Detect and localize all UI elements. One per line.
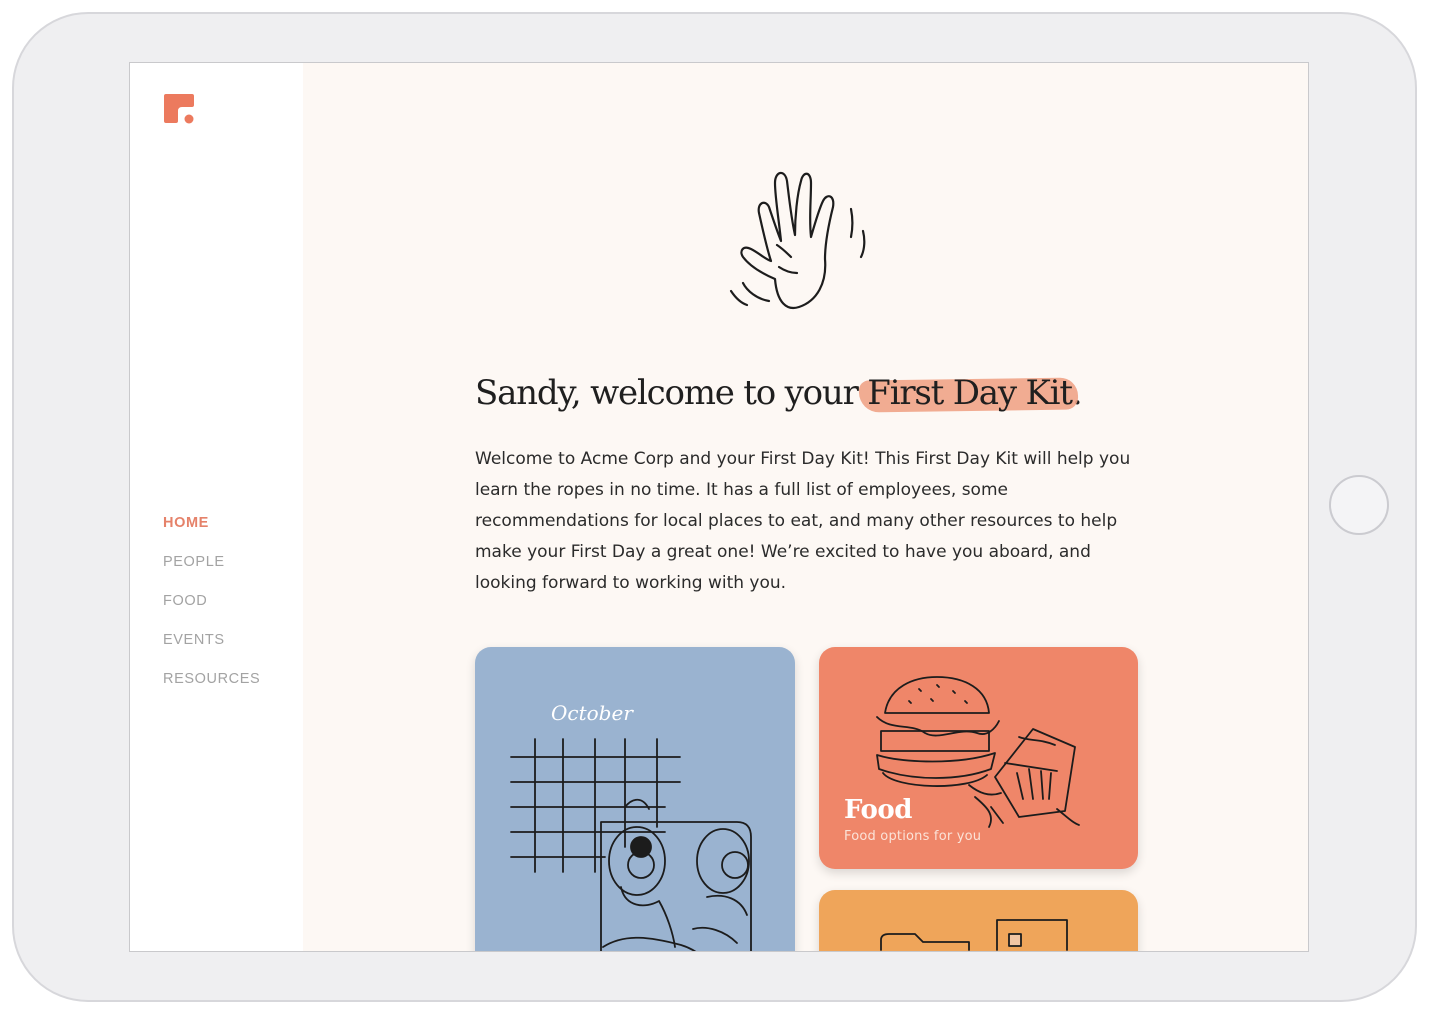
nav-item-home[interactable]: HOME bbox=[163, 515, 260, 554]
main-nav: HOME PEOPLE FOOD EVENTS RESOURCES bbox=[163, 515, 260, 710]
calendar-month-text: October bbox=[551, 701, 634, 725]
sidebar: HOME PEOPLE FOOD EVENTS RESOURCES bbox=[130, 63, 303, 951]
tablet-frame: HOME PEOPLE FOOD EVENTS RESOURCES Sandy,… bbox=[12, 12, 1417, 1002]
folder-document-illustration bbox=[880, 919, 1068, 951]
waving-hand-icon bbox=[713, 161, 903, 325]
food-card[interactable]: Food Food options for you bbox=[819, 647, 1138, 869]
calendar-bed-illustration: October bbox=[510, 701, 752, 951]
nav-item-people[interactable]: PEOPLE bbox=[163, 554, 260, 593]
tablet-home-button[interactable] bbox=[1329, 475, 1389, 535]
food-card-title: Food bbox=[844, 795, 912, 825]
headline-prefix: Sandy, welcome to your bbox=[475, 373, 868, 413]
nav-item-resources[interactable]: RESOURCES bbox=[163, 671, 260, 710]
firstday-logo-icon[interactable] bbox=[162, 92, 196, 130]
headline-highlight: First Day Kit bbox=[859, 373, 1079, 413]
resources-card[interactable] bbox=[819, 890, 1138, 951]
nav-item-events[interactable]: EVENTS bbox=[163, 632, 260, 671]
events-card[interactable]: October bbox=[475, 647, 795, 951]
nav-item-food[interactable]: FOOD bbox=[163, 593, 260, 632]
intro-paragraph: Welcome to Acme Corp and your First Day … bbox=[475, 449, 1131, 593]
food-card-subtitle: Food options for you bbox=[844, 829, 982, 844]
headline-highlight-text: First Day Kit bbox=[867, 373, 1073, 413]
app-screen: HOME PEOPLE FOOD EVENTS RESOURCES Sandy,… bbox=[129, 62, 1309, 952]
main-content: Sandy, welcome to your First Day Kit. We… bbox=[303, 63, 1308, 951]
welcome-headline: Sandy, welcome to your First Day Kit. bbox=[475, 373, 1083, 413]
